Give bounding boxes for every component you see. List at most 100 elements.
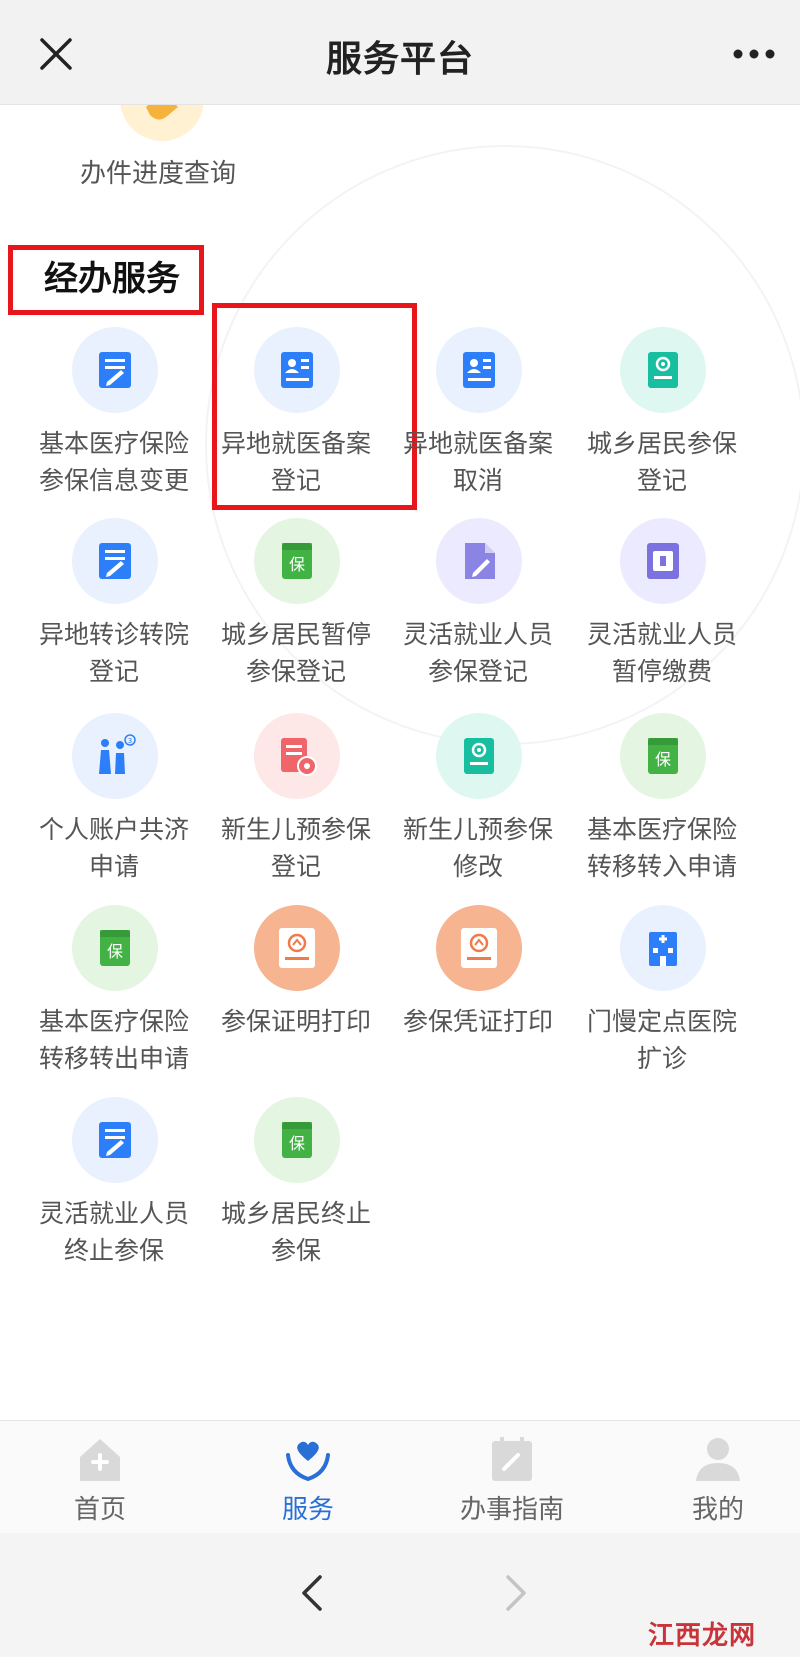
home-icon [76,1435,124,1483]
id-card-icon-glyph [463,352,495,388]
progress-query-label: 办件进度查询 [80,159,237,189]
service-tile-label: 灵活就业人员 参保登记 [382,616,574,690]
tile-label-line1: 新生儿预参保 [402,815,553,844]
id-card-icon [254,327,340,413]
service-tile-label: 异地就医备案 登记 [200,425,392,499]
service-tile-label: 城乡居民参保 登记 [566,425,758,499]
service-tile[interactable]: 新生儿预参保 修改 [382,713,574,903]
section-title: 经办服务 [8,245,204,315]
service-tile[interactable]: 城乡居民参保 登记 [566,327,758,517]
service-tile[interactable]: 保城乡居民暂停 参保登记 [200,518,392,708]
service-tile[interactable]: 3 个人账户共济 申请 [18,713,210,903]
service-tile-label: 异地就医备案 取消 [382,425,574,499]
tile-label-line1: 灵活就业人员 [586,620,737,649]
service-tile[interactable]: 灵活就业人员 终止参保 [18,1097,210,1287]
hospital-icon [620,905,706,991]
tile-label-line2: 参保 [270,1236,321,1265]
tab-guide-label: 办事指南 [459,1495,564,1525]
certificate-print-icon [436,905,522,991]
tile-label-line2: 取消 [452,466,503,495]
service-tile-label: 参保证明打印 [200,1003,392,1040]
tile-label-line1: 个人账户共济 [38,815,189,844]
insurance-book-icon-glyph: 保 [282,543,312,579]
insurance-book-icon: 保 [254,518,340,604]
certificate-print-icon-glyph [279,928,315,968]
tab-service-label: 服务 [281,1495,334,1525]
certificate-print-icon-glyph [461,928,497,968]
service-tile-label: 新生儿预参保 登记 [200,811,392,885]
svg-text:保: 保 [289,1134,305,1153]
svg-text:3: 3 [128,737,132,745]
tile-label-line1: 异地就医备案 [402,429,553,458]
book-register-icon [620,327,706,413]
tab-service[interactable]: 服务 [208,1421,408,1533]
document-sign-icon-glyph [465,543,495,579]
service-tile-label: 参保凭证打印 [382,1003,574,1040]
id-card-icon [436,327,522,413]
tile-label-line1: 参保凭证打印 [402,1007,553,1036]
tile-label-line2: 终止参保 [63,1236,164,1265]
book-register-icon-glyph [648,352,678,388]
service-tile[interactable]: 异地转诊转院 登记 [18,518,210,708]
service-content: 办件进度查询 经办服务 基本医疗保险 参保信息变更 异地就医备案 登记 异地就医备案 取消… [0,105,800,1420]
chevron-right-icon[interactable] [498,1573,534,1613]
newborn-register-icon [254,713,340,799]
tile-label-line2: 暂停缴费 [611,657,712,686]
form-edit-icon-glyph [99,1122,131,1158]
service-tile[interactable]: 保基本医疗保险 转移转入申请 [566,713,758,903]
tile-label-line1: 异地就医备案 [220,429,371,458]
insurance-book-icon: 保 [72,905,158,991]
service-tile[interactable]: 参保证明打印 [200,905,392,1095]
insurance-book-icon: 保 [620,713,706,799]
service-tile[interactable]: 保基本医疗保险 转移转出申请 [18,905,210,1095]
tile-label-line2: 登记 [88,657,139,686]
service-tile-label: 灵活就业人员 暂停缴费 [566,616,758,690]
service-tile[interactable]: 参保凭证打印 [382,905,574,1095]
tile-label-line1: 灵活就业人员 [38,1199,189,1228]
tile-label-line2: 修改 [452,852,503,881]
tab-mine[interactable]: 我的 [618,1421,800,1533]
tile-label-line1: 城乡居民暂停 [220,620,371,649]
service-tile[interactable]: 灵活就业人员 暂停缴费 [566,518,758,708]
tile-label-line1: 基本医疗保险 [586,815,737,844]
tile-label-line2: 转移转入申请 [586,852,737,881]
service-tile-label: 城乡居民终止 参保 [200,1195,392,1269]
tab-home[interactable]: 首页 [0,1421,200,1533]
more-dots-icon[interactable] [730,36,778,72]
tile-label-line2: 申请 [88,852,139,881]
service-tile-label: 异地转诊转院 登记 [18,616,210,690]
service-tile-label: 灵活就业人员 终止参保 [18,1195,210,1269]
pause-card-icon [620,518,706,604]
form-edit-icon [72,327,158,413]
service-tile-label: 个人账户共济 申请 [18,811,210,885]
tile-label-line2: 参保登记 [427,657,528,686]
service-tile[interactable]: 基本医疗保险 参保信息变更 [18,327,210,517]
service-tile[interactable]: 异地就医备案 取消 [382,327,574,517]
heart-hands-icon [284,1435,332,1483]
tile-label-line1: 城乡居民终止 [220,1199,371,1228]
chevron-left-icon[interactable] [294,1573,330,1613]
service-tile[interactable]: 新生儿预参保 登记 [200,713,392,903]
page-title: 服务平台 [325,39,474,80]
service-tile-label: 基本医疗保险 转移转入申请 [566,811,758,885]
service-tile[interactable]: 异地就医备案 登记 [200,327,392,517]
handshake-icon [120,105,204,141]
bottom-tab-bar: 首页 服务 办事指南 我的 [0,1420,800,1533]
svg-text:保: 保 [655,750,671,769]
service-tile-label: 基本医疗保险 参保信息变更 [18,425,210,499]
book-register-icon [436,713,522,799]
id-card-icon-glyph [281,352,313,388]
tile-label-line1: 基本医疗保险 [38,429,189,458]
certificate-print-icon [254,905,340,991]
service-tile[interactable]: 门慢定点医院 扩诊 [566,905,758,1095]
tab-guide[interactable]: 办事指南 [412,1421,612,1533]
svg-text:保: 保 [289,555,305,574]
guide-calendar-icon [488,1435,536,1483]
pause-card-icon-glyph [647,543,679,579]
newborn-register-icon-glyph [281,738,317,776]
service-tile[interactable]: 保城乡居民终止 参保 [200,1097,392,1287]
service-tile[interactable]: 灵活就业人员 参保登记 [382,518,574,708]
tile-label-line1: 参保证明打印 [220,1007,371,1036]
service-tile-label: 城乡居民暂停 参保登记 [200,616,392,690]
user-icon [694,1435,742,1483]
